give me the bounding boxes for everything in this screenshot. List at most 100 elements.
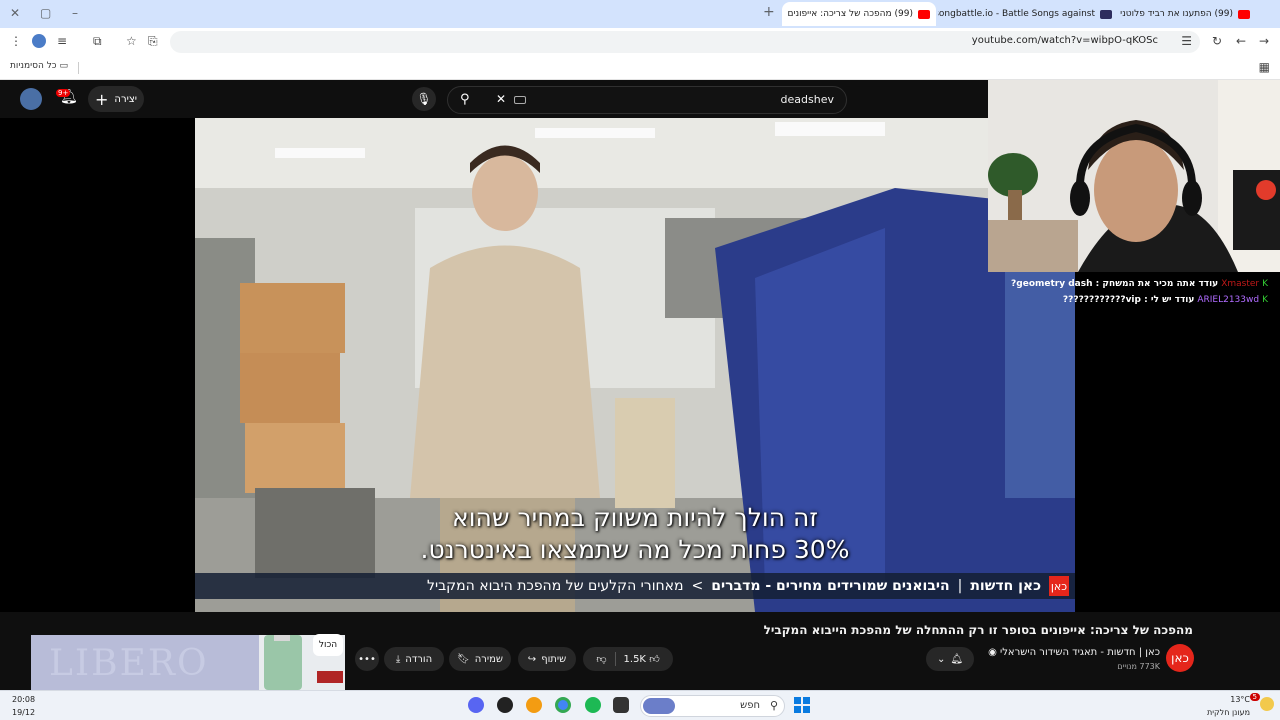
discord-icon[interactable] <box>468 697 484 713</box>
voice-search-icon[interactable]: 🎙︎ <box>412 87 436 111</box>
thumbs-down-icon: 👎︎ <box>596 654 607 665</box>
tab-title: (99) הפתענו את רביד פלוטניק <box>1120 9 1233 19</box>
weather-icon <box>1260 697 1274 711</box>
search-highlight-icon <box>643 698 675 714</box>
kick-icon: K <box>1262 295 1268 305</box>
system-clock[interactable]: 20:08 19/12 <box>12 693 35 719</box>
search-placeholder: חפש <box>740 700 760 711</box>
address-bar[interactable]: youtube.com/watch?v=wibpO-qKOSc ☰ <box>170 31 1200 53</box>
weather-temp: 13°C <box>1230 695 1250 704</box>
thumbs-up-icon: 👍︎ <box>649 654 660 665</box>
forward-icon[interactable]: ← <box>1236 34 1246 48</box>
like-divider <box>614 652 616 666</box>
channel-avatar[interactable]: כאן <box>1166 644 1194 672</box>
new-tab-button[interactable]: + <box>763 4 775 20</box>
tab-songbattle[interactable]: songbattle.io - Battle Songs against... … <box>938 2 1118 26</box>
windows-start-icon[interactable] <box>794 697 810 713</box>
ticker-arrow: > <box>691 578 704 594</box>
url-text: youtube.com/watch?v=wibpO-qKOSc <box>971 35 1158 46</box>
browser-toolbar: ⋮ ≡ ⧉ ☆ ⎘ youtube.com/watch?v=wibpO-qKOS… <box>0 28 1280 56</box>
channel-name[interactable]: כאן | חדשות - תאגיד השידור הישראלי ◉ <box>988 647 1160 658</box>
keyboard-icon[interactable] <box>514 96 526 104</box>
chevron-down-icon: ⌄ <box>936 653 946 665</box>
channel-name-text: כאן | חדשות - תאגיד השידור הישראלי <box>1000 647 1160 658</box>
subtitle-line-2: 30% פחות מכל מה שתמצאו באינטרנט. <box>420 535 850 564</box>
save-button[interactable]: שמירה 🔖︎ <box>449 647 511 671</box>
download-icon: ⤓ <box>395 653 401 665</box>
maximize-window-icon[interactable]: ▢ <box>40 6 51 20</box>
weather-widget[interactable]: 13°C מעונן חלקית <box>1207 693 1250 719</box>
search-input[interactable]: deadshev <box>781 93 834 106</box>
tab-youtube-other[interactable]: (99) הפתענו את רביד פלוטניק <box>1120 2 1256 26</box>
subscribe-bell-button[interactable]: 🔔︎ ⌄ <box>926 647 974 671</box>
stream-chat: K Xmaster עודד אתה מכיר את המשחק : geome… <box>1011 276 1268 308</box>
profile-avatar[interactable] <box>32 34 46 48</box>
chat-username: Xmaster <box>1221 279 1260 289</box>
chat-username: ARIEL2133wd <box>1197 295 1260 305</box>
like-count: 1.5K <box>623 654 646 665</box>
like-button[interactable]: 👍︎ 1.5K <box>624 653 660 665</box>
clear-search-icon[interactable]: ✕ <box>496 92 506 106</box>
menu-icon[interactable]: ⋮ <box>10 34 22 48</box>
chat-message: K ARIEL2133wd עודד יש לי : vip??????????… <box>1018 292 1268 308</box>
apps-grid-icon[interactable]: ▦ <box>1259 60 1270 74</box>
ticker-channel: כאן חדשות <box>970 578 1041 594</box>
download-button[interactable]: הורדה ⤓ <box>384 647 444 671</box>
chrome-icon[interactable] <box>555 697 571 713</box>
ad-brand-logo: LIBERO <box>49 643 209 684</box>
obs-icon[interactable] <box>497 697 513 713</box>
all-bookmarks-link[interactable]: כל הסימניות ▭ <box>10 61 68 71</box>
news-ticker: כאן כאן חדשות | היבואנים שמורידים מחירים… <box>195 573 1075 599</box>
user-avatar[interactable] <box>20 88 42 110</box>
search-icon[interactable]: ⚲ <box>460 92 470 107</box>
app-icon[interactable] <box>526 697 542 713</box>
tab-current[interactable]: (99) מהפכה של צריכה: אייפונים ✕ <box>782 2 936 26</box>
video-title: מהפכה של צריכה: אייפונים בסופר זו רק ההת… <box>763 623 1193 637</box>
verified-icon: ◉ <box>988 647 997 658</box>
save-label: שמירה <box>474 653 503 665</box>
tab-title: songbattle.io - Battle Songs against... <box>938 9 1095 19</box>
share-icon: ↪ <box>527 653 537 665</box>
all-bookmarks-label: כל הסימניות <box>10 61 57 71</box>
dislike-button[interactable]: 👎︎ <box>596 653 606 665</box>
taskbar: 20:08 19/12 חפש ⚲ 13°C מעונן חלקית 5 <box>0 690 1280 720</box>
like-dislike-group: 👍︎ 1.5K 👎︎ <box>583 647 673 671</box>
reload-icon[interactable]: ↻ <box>1212 34 1222 48</box>
player-left-margin <box>0 118 195 612</box>
close-window-icon[interactable]: ✕ <box>10 6 20 20</box>
bookmark-star-icon[interactable]: ☆ <box>126 34 137 48</box>
minimize-window-icon[interactable]: – <box>72 6 78 20</box>
back-icon[interactable]: → <box>1259 34 1269 48</box>
subscriber-count: 773K מנויים <box>1117 662 1160 671</box>
songbattle-favicon-icon <box>1100 9 1112 19</box>
search-box[interactable]: ⚲ ✕ deadshev <box>447 86 847 114</box>
weather-desc: מעונן חלקית <box>1206 708 1250 717</box>
spotify-icon[interactable] <box>585 697 601 713</box>
create-button[interactable]: יצירה + <box>88 86 144 112</box>
taskbar-search[interactable]: חפש ⚲ <box>640 695 785 717</box>
filter-chip-all[interactable]: הכול <box>313 634 343 656</box>
youtube-favicon-icon <box>1238 9 1250 19</box>
tab-strip: ✕ ▢ – + (99) מהפכה של צריכה: אייפונים ✕ … <box>0 0 1280 28</box>
search-icon: ⚲ <box>769 699 778 712</box>
file-explorer-icon[interactable] <box>613 697 629 713</box>
share-button[interactable]: שיתוף ↪ <box>518 647 576 671</box>
kan-logo-icon: כאן <box>1049 576 1069 596</box>
ad-banner[interactable]: LIBERO <box>31 635 345 690</box>
site-settings-icon[interactable]: ☰ <box>1181 34 1192 48</box>
webcam-overlay <box>988 80 1280 272</box>
youtube-header: 🔔︎ 9+ יצירה + 🎙︎ ⚲ ✕ deadshev <box>0 80 988 118</box>
youtube-favicon-icon <box>918 9 930 19</box>
more-actions-button[interactable]: ••• <box>355 647 379 671</box>
bookmarks-bar: כל הסימניות ▭ ▦ <box>0 56 1280 80</box>
clock-date: 19/12 <box>12 708 36 717</box>
share-label: שיתוף <box>541 653 567 665</box>
ticker-text: מאחורי הקלעים של מהפכת היבוא המקביל <box>427 578 684 594</box>
extensions-icon[interactable]: ⧉ <box>93 34 102 48</box>
bell-icon: 🔔︎ <box>950 653 964 665</box>
chat-text: עודד יש לי : vip???????????? <box>1062 295 1195 305</box>
video-player[interactable]: זה הולך להיות משווק במחיר שהוא 30% פחות … <box>195 118 1075 612</box>
clock-time: 20:08 <box>12 695 36 704</box>
install-app-icon[interactable]: ⎘ <box>148 34 158 48</box>
media-control-icon[interactable]: ≡ <box>57 34 67 48</box>
